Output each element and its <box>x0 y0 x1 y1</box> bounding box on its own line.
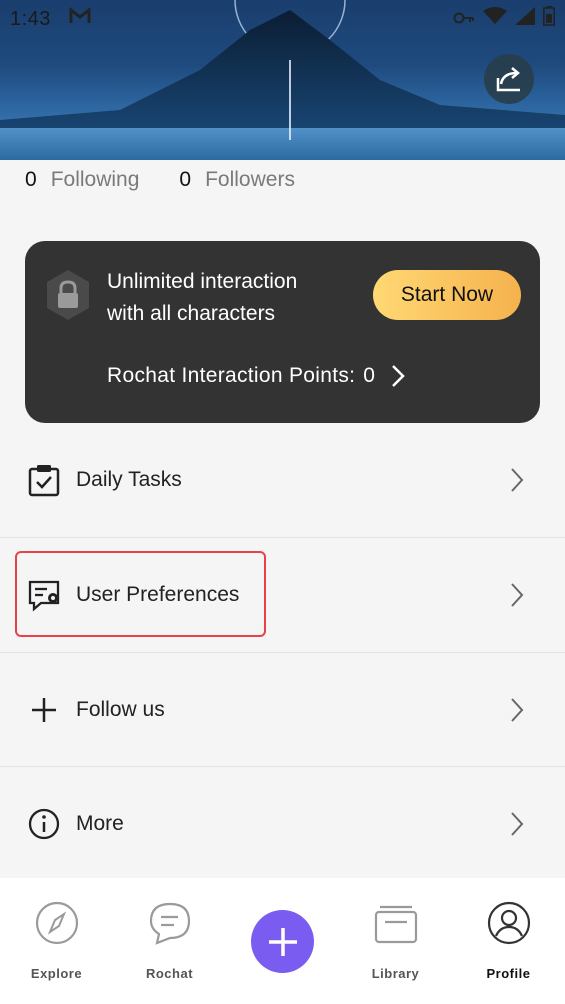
points-label: Rochat Interaction Points: <box>107 364 356 387</box>
menu-item-daily-tasks[interactable]: Daily Tasks <box>0 423 565 537</box>
menu-item-more[interactable]: More <box>0 767 565 881</box>
library-icon <box>374 905 417 944</box>
plus-icon <box>268 927 297 956</box>
nav-label: Rochat <box>145 966 194 981</box>
chevron-right-icon <box>511 468 524 492</box>
followers-count: 0 <box>179 168 192 191</box>
share-icon <box>496 67 520 92</box>
share-button[interactable] <box>484 54 534 104</box>
gmail-icon <box>69 6 91 31</box>
status-time: 1:43 <box>10 7 51 30</box>
chevron-right-icon <box>511 812 524 836</box>
chevron-right-icon <box>511 698 524 722</box>
subscription-promo-card: Unlimited interaction with all character… <box>25 241 540 423</box>
plus-icon <box>32 698 56 722</box>
vpn-key-icon <box>453 8 475 31</box>
menu-item-label: More <box>76 812 124 835</box>
info-icon <box>28 808 60 840</box>
nav-rochat[interactable]: Rochat <box>113 878 226 1004</box>
following-label[interactable]: Following <box>51 168 140 192</box>
signal-icon <box>515 7 535 31</box>
menu-item-follow-us[interactable]: Follow us <box>0 653 565 767</box>
chevron-right-icon <box>511 583 524 607</box>
nav-label: Profile <box>486 966 531 981</box>
create-button[interactable] <box>251 910 314 973</box>
wifi-icon <box>483 7 507 31</box>
follow-stats: 0 Following 0 Followers <box>25 168 295 192</box>
interaction-points-link[interactable]: Rochat Interaction Points: 0 <box>107 364 406 388</box>
bottom-navigation: Explore Rochat Library Profile <box>0 878 565 1004</box>
followers-label[interactable]: Followers <box>205 168 295 192</box>
promo-line-2: with all characters <box>107 302 276 325</box>
nav-profile[interactable]: Profile <box>452 878 565 1004</box>
nav-explore[interactable]: Explore <box>0 878 113 1004</box>
nav-library[interactable]: Library <box>339 878 452 1004</box>
chat-bubble-icon <box>149 902 190 945</box>
menu-item-label: Follow us <box>76 698 165 721</box>
clipboard-check-icon <box>28 465 60 497</box>
battery-icon <box>543 6 555 32</box>
following-count: 0 <box>25 168 37 191</box>
points-value: 0 <box>363 364 376 387</box>
status-bar: 1:43 <box>0 0 565 38</box>
start-now-button[interactable]: Start Now <box>373 270 521 320</box>
highlight-box <box>15 551 266 637</box>
compass-icon <box>35 901 78 945</box>
nav-label: Explore <box>30 966 83 981</box>
lock-icon <box>47 270 89 320</box>
menu-item-label: Daily Tasks <box>76 468 182 491</box>
profile-icon <box>487 901 530 945</box>
promo-line-1: Unlimited interaction <box>107 270 298 293</box>
nav-label: Library <box>371 966 420 981</box>
chevron-right-icon <box>392 365 406 387</box>
